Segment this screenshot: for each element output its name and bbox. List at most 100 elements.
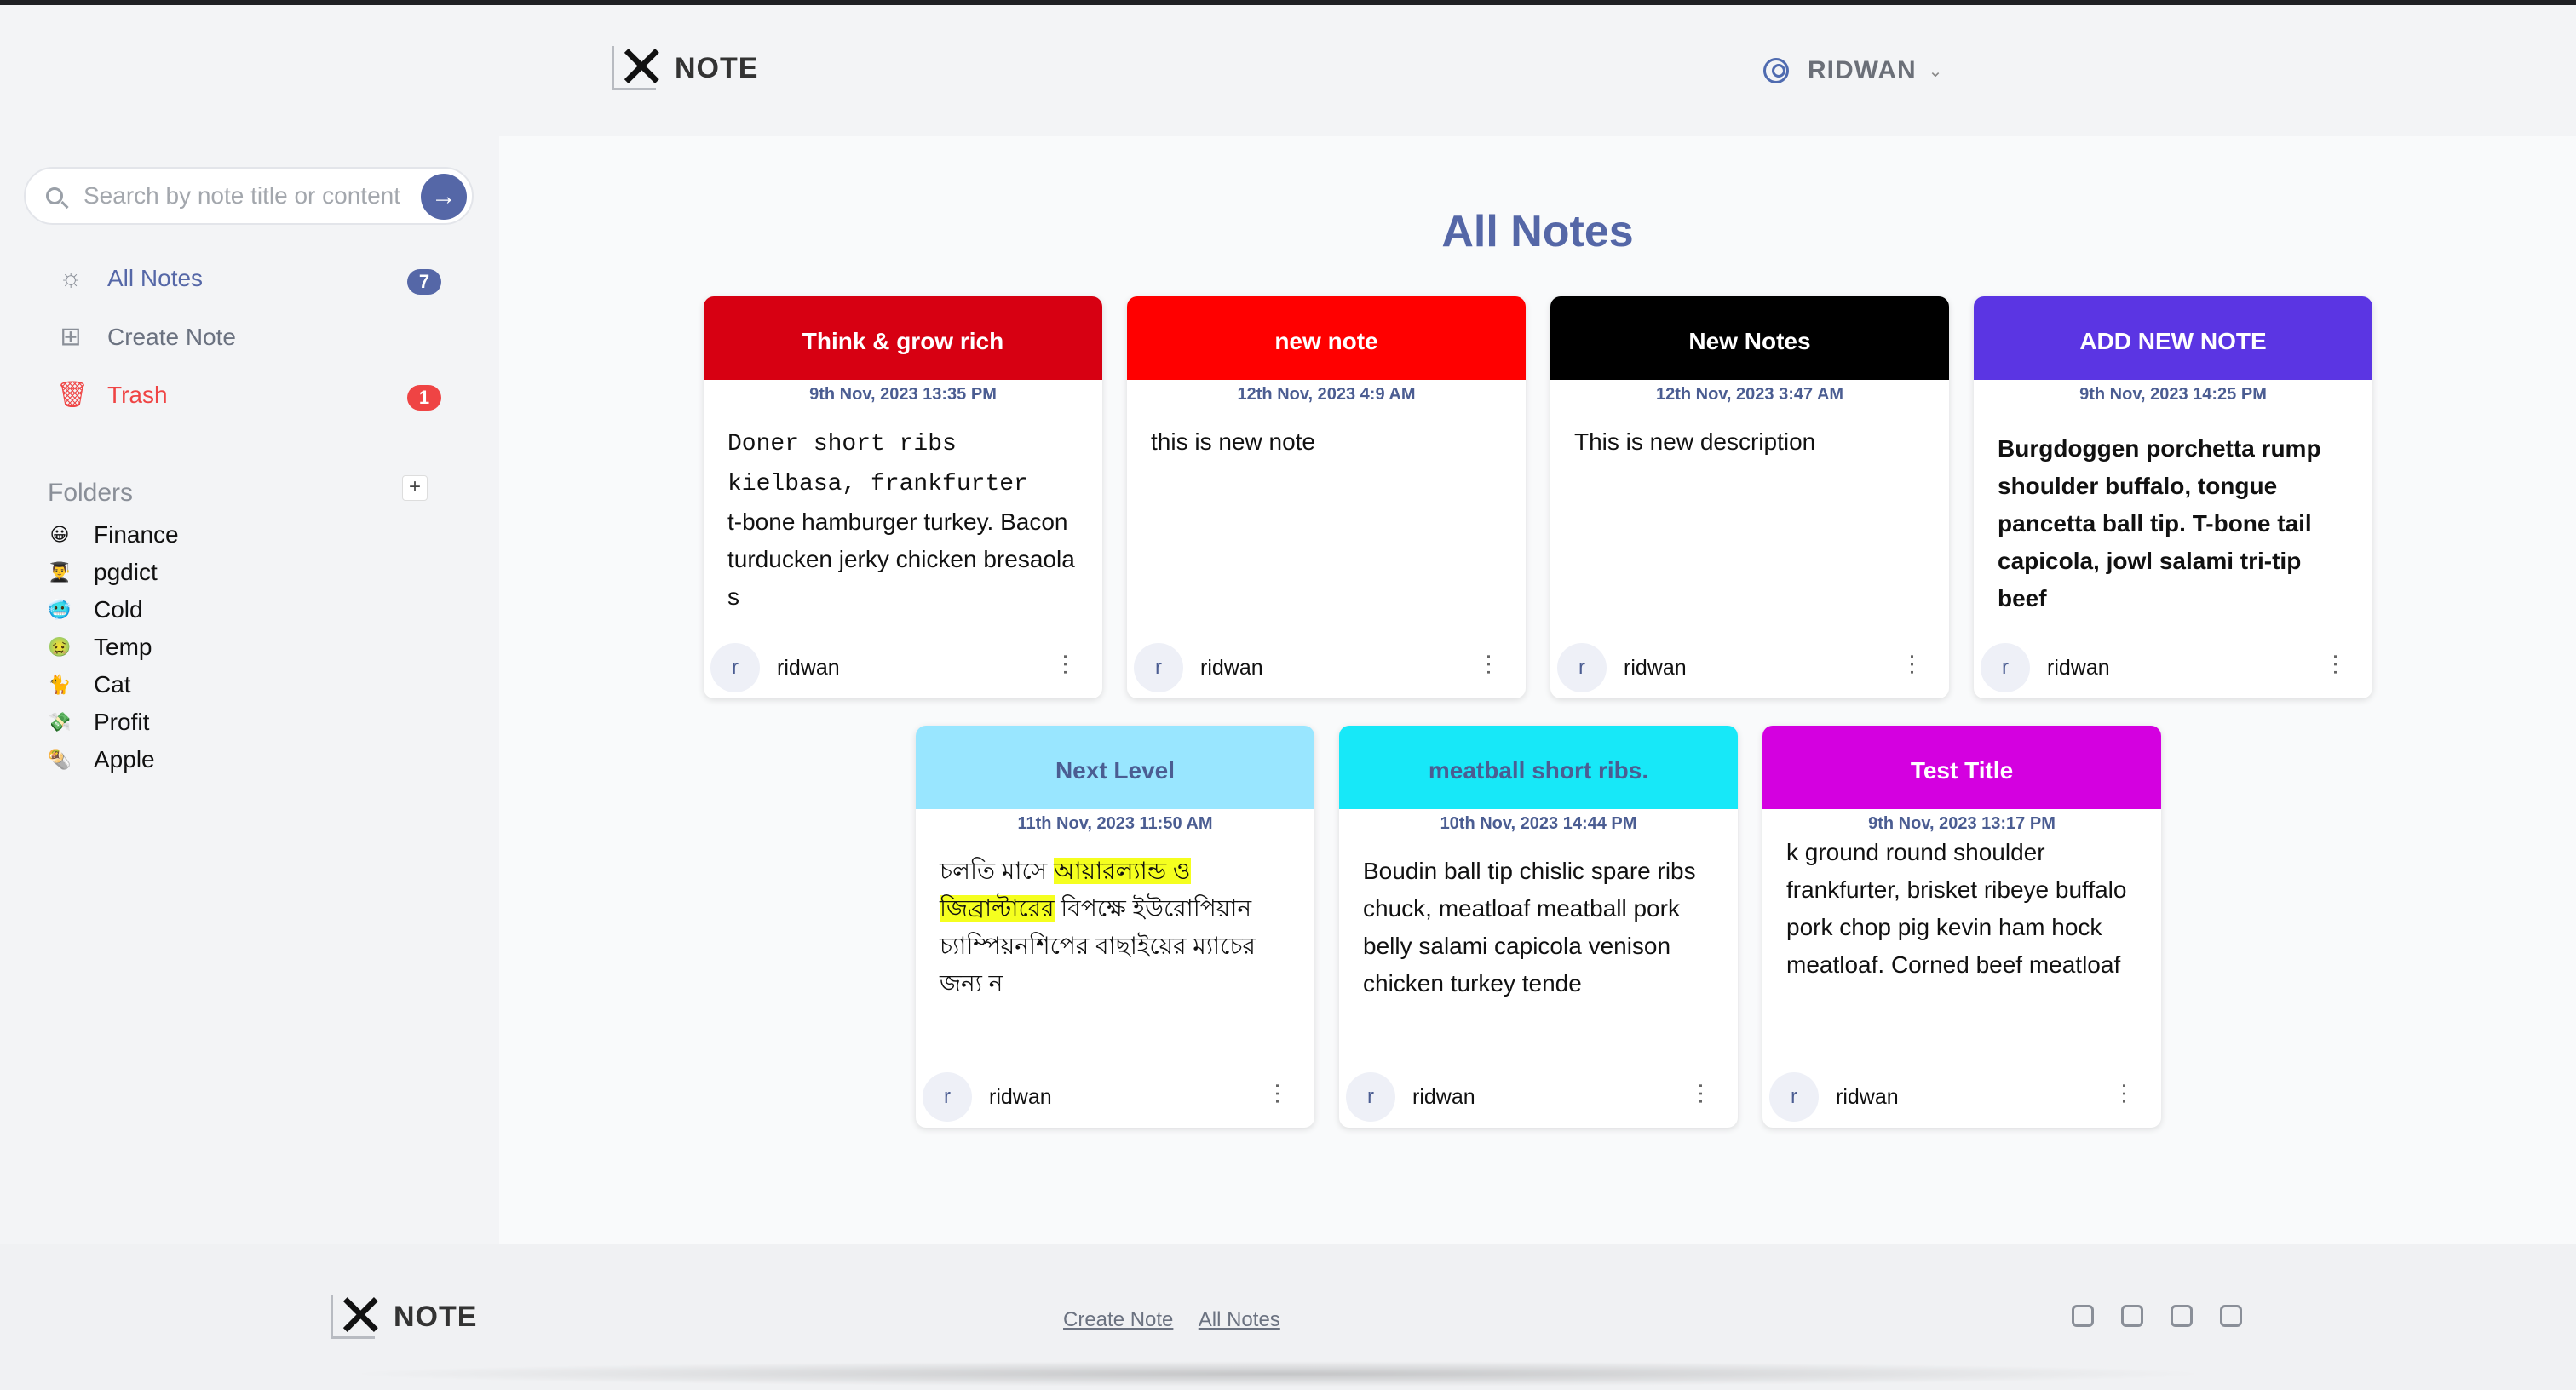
folder-name: Finance xyxy=(94,521,179,548)
nav-trash-label: Trash xyxy=(107,381,168,408)
more-vertical-icon[interactable]: ··· xyxy=(1477,652,1504,676)
note-card[interactable]: meatball short ribs. 10th Nov, 2023 14:4… xyxy=(1339,726,1738,1128)
avatar: r xyxy=(1769,1072,1819,1122)
note-footer: r ridwan ··· xyxy=(1346,1071,1731,1123)
more-vertical-icon[interactable]: ··· xyxy=(1689,1082,1716,1106)
more-vertical-icon[interactable]: ··· xyxy=(1266,1082,1292,1106)
folder-name: Temp xyxy=(94,634,152,660)
more-vertical-icon[interactable]: ··· xyxy=(1900,652,1927,676)
note-author: ridwan xyxy=(2047,655,2110,680)
folder-item-profit[interactable]: 💸 Profit xyxy=(48,709,149,736)
sidebar: → ☼ All Notes 7 ⊞ Create Note 🗑 Trash 1 … xyxy=(0,136,499,1244)
linkedin-icon[interactable] xyxy=(2220,1305,2242,1327)
github-icon[interactable] xyxy=(2171,1305,2193,1327)
folder-emoji-icon: 🤢 xyxy=(48,636,72,658)
note-footer: r ridwan ··· xyxy=(923,1071,1308,1123)
avatar: r xyxy=(923,1072,972,1122)
footer-link-all-notes[interactable]: All Notes xyxy=(1199,1308,1280,1331)
note-card[interactable]: Think & grow rich 9th Nov, 2023 13:35 PM… xyxy=(704,296,1102,698)
folder-name: pgdict xyxy=(94,559,158,585)
note-card[interactable]: New Notes 12th Nov, 2023 3:47 AM This is… xyxy=(1550,296,1949,698)
note-author: ridwan xyxy=(777,655,840,680)
folder-emoji-icon: 😀 xyxy=(49,524,70,545)
avatar: r xyxy=(1346,1072,1395,1122)
header: ✕ NOTE RIDWAN ⌄ xyxy=(0,5,2576,136)
nav-create-note-label: Create Note xyxy=(107,323,236,350)
note-author: ridwan xyxy=(989,1084,1052,1109)
note-card[interactable]: Test Title 9th Nov, 2023 13:17 PM k grou… xyxy=(1762,726,2161,1128)
note-footer: r ridwan ··· xyxy=(1557,642,1942,693)
footer-link-create-note[interactable]: Create Note xyxy=(1063,1308,1173,1331)
nav-all-notes-label: All Notes xyxy=(107,265,204,291)
more-vertical-icon[interactable]: ··· xyxy=(2324,652,2350,676)
note-title: Think & grow rich xyxy=(704,296,1102,380)
note-body: Doner short ribs kielbasa, frankfurter t… xyxy=(704,405,1102,636)
add-folder-button[interactable]: + xyxy=(402,475,428,501)
folder-emoji-icon: 🥶 xyxy=(48,599,72,620)
note-card[interactable]: Next Level 11th Nov, 2023 11:50 AM চলতি … xyxy=(916,726,1314,1128)
note-title: New Notes xyxy=(1550,296,1949,380)
folder-item-cat[interactable]: 🐈 Cat xyxy=(48,671,131,698)
note-body: this is new note xyxy=(1151,428,1315,455)
folder-emoji-icon: 💸 xyxy=(48,711,72,732)
avatar: r xyxy=(1557,643,1607,692)
note-body-line: Doner short ribs xyxy=(727,431,957,457)
note-date: 9th Nov, 2023 13:35 PM xyxy=(809,385,997,404)
more-vertical-icon[interactable]: ··· xyxy=(1054,652,1080,676)
nav-all-notes[interactable]: ☼ All Notes xyxy=(56,264,203,293)
message-icon[interactable] xyxy=(2121,1305,2143,1327)
folder-emoji-icon: 🐈 xyxy=(48,674,72,695)
more-vertical-icon[interactable]: ··· xyxy=(2113,1082,2139,1106)
folder-name: Apple xyxy=(94,746,155,773)
avatar: r xyxy=(710,643,760,692)
note-card[interactable]: ADD NEW NOTE 9th Nov, 2023 14:25 PM Burg… xyxy=(1974,296,2372,698)
discord-icon[interactable] xyxy=(2072,1305,2094,1327)
note-footer: r ridwan ··· xyxy=(1981,642,2366,693)
nav-create-note[interactable]: ⊞ Create Note xyxy=(56,322,236,352)
note-body: k ground round shoulder frankfurter, bri… xyxy=(1786,839,2127,978)
app-logo[interactable]: ✕ NOTE xyxy=(612,37,758,97)
note-date: 10th Nov, 2023 14:44 PM xyxy=(1440,814,1637,833)
note-title: Next Level xyxy=(916,726,1314,809)
note-date: 9th Nov, 2023 14:25 PM xyxy=(2079,385,2267,404)
social-icons xyxy=(2072,1305,2269,1327)
nav-trash[interactable]: 🗑 Trash xyxy=(56,380,168,410)
folder-emoji-icon: 👨‍🎓 xyxy=(48,561,72,583)
folder-name: Profit xyxy=(94,709,150,735)
note-footer: r ridwan ··· xyxy=(1134,642,1519,693)
note-date: 11th Nov, 2023 11:50 AM xyxy=(1017,814,1213,833)
note-title: new note xyxy=(1127,296,1526,380)
folder-item-cold[interactable]: 🥶 Cold xyxy=(48,596,142,623)
note-body-text: চলতি মাসে xyxy=(940,858,1054,884)
folder-item-finance[interactable]: 😀 Finance xyxy=(48,521,179,549)
note-author: ridwan xyxy=(1412,1084,1475,1109)
plus-square-icon: ⊞ xyxy=(60,323,82,351)
note-date: 9th Nov, 2023 13:17 PM xyxy=(1868,814,2056,833)
folder-item-temp[interactable]: 🤢 Temp xyxy=(48,634,152,661)
note-body: This is new description xyxy=(1574,428,1816,455)
folder-name: Cat xyxy=(94,671,131,698)
note-footer: r ridwan ··· xyxy=(710,642,1095,693)
bottom-shadow xyxy=(341,1361,2215,1387)
note-date: 12th Nov, 2023 4:9 AM xyxy=(1237,385,1416,404)
folder-item-pgdict[interactable]: 👨‍🎓 pgdict xyxy=(48,559,158,586)
chevron-down-icon: ⌄ xyxy=(1928,61,1943,81)
main-content: All Notes Think & grow rich 9th Nov, 202… xyxy=(499,136,2576,1244)
user-menu[interactable]: RIDWAN ⌄ xyxy=(1763,56,1942,85)
user-name: RIDWAN xyxy=(1808,56,1917,84)
note-author: ridwan xyxy=(1200,655,1263,680)
x-logo-icon: ✕ xyxy=(331,1286,386,1346)
avatar: r xyxy=(1134,643,1183,692)
search-input[interactable] xyxy=(82,181,409,210)
footer-logo[interactable]: ✕ NOTE xyxy=(331,1286,477,1346)
note-title: Test Title xyxy=(1762,726,2161,809)
search-bar: → xyxy=(24,167,474,225)
note-body-text: t-bone hamburger turkey. Bacon turducken… xyxy=(727,508,1075,610)
x-logo-icon: ✕ xyxy=(612,37,667,97)
note-card[interactable]: new note 12th Nov, 2023 4:9 AM this is n… xyxy=(1127,296,1526,698)
search-icon xyxy=(46,187,63,204)
note-author: ridwan xyxy=(1836,1084,1899,1109)
search-submit-button[interactable]: → xyxy=(421,174,467,220)
note-author: ridwan xyxy=(1624,655,1687,680)
folder-item-apple[interactable]: 🌯 Apple xyxy=(48,746,155,773)
